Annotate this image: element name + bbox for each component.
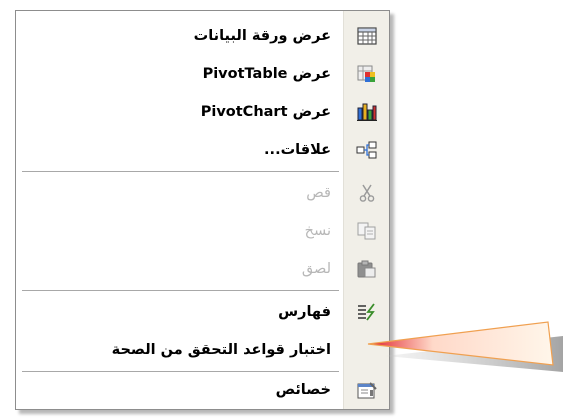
paste-icon bbox=[356, 259, 378, 279]
menu-separator bbox=[22, 290, 339, 291]
properties-icon bbox=[356, 380, 378, 400]
menu-item-relationships[interactable]: علاقات... bbox=[16, 131, 389, 169]
datasheet-view-icon bbox=[356, 26, 378, 46]
menu-item-label: عرض PivotTable bbox=[202, 66, 331, 82]
menu-item-label: قص bbox=[306, 185, 331, 201]
indexes-icon bbox=[356, 302, 378, 322]
relationships-icon bbox=[356, 140, 378, 160]
menu-item-label: عرض ورقة البيانات bbox=[193, 28, 331, 44]
menu-item-label: فهارس bbox=[278, 304, 331, 320]
menu-separator bbox=[22, 171, 339, 172]
context-menu: عرض ورقة البيانات عرض PivotTable عرض Piv… bbox=[15, 10, 390, 410]
menu-item-label: اختبار قواعد التحقق من الصحة bbox=[111, 342, 331, 358]
menu-item-label: علاقات... bbox=[264, 142, 331, 158]
menu-item-pivotchart-view[interactable]: عرض PivotChart bbox=[16, 93, 389, 131]
pivotchart-icon bbox=[356, 102, 378, 122]
menu-item-label: عرض PivotChart bbox=[200, 104, 331, 120]
callout-shadow bbox=[385, 336, 563, 372]
menu-item-indexes[interactable]: فهارس bbox=[16, 293, 389, 331]
menu-item-paste[interactable]: لصق bbox=[16, 250, 389, 288]
menu-item-label: لصق bbox=[301, 261, 331, 277]
menu-item-datasheet-view[interactable]: عرض ورقة البيانات bbox=[16, 17, 389, 55]
cut-icon bbox=[356, 183, 378, 203]
copy-icon bbox=[356, 221, 378, 241]
pivottable-icon bbox=[356, 64, 378, 84]
menu-item-cut[interactable]: قص bbox=[16, 174, 389, 212]
menu-item-pivottable-view[interactable]: عرض PivotTable bbox=[16, 55, 389, 93]
menu-item-label: نسخ bbox=[304, 223, 331, 239]
menu-item-copy[interactable]: نسخ bbox=[16, 212, 389, 250]
callout-pointer bbox=[367, 321, 554, 366]
menu-item-properties[interactable]: خصائص bbox=[16, 371, 389, 409]
menu-item-label: خصائص bbox=[275, 382, 331, 398]
menu-item-test-validation-rules[interactable]: اختبار قواعد التحقق من الصحة bbox=[16, 331, 389, 369]
